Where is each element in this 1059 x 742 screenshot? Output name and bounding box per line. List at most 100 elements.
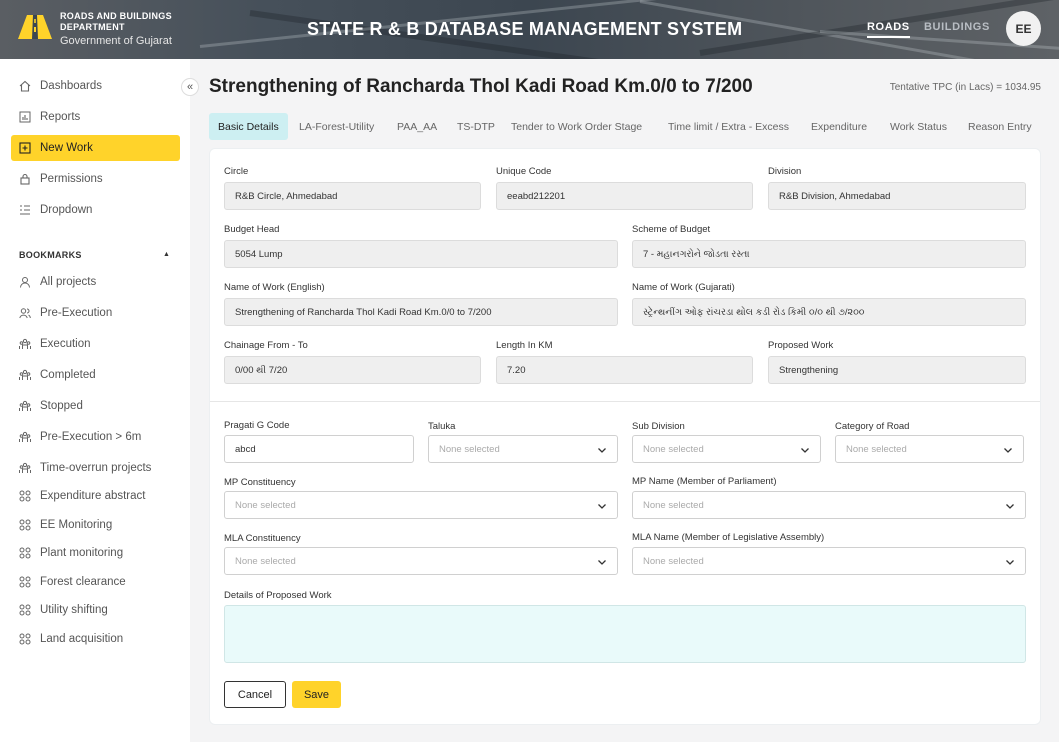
sidebar-item-completed[interactable]: Completed — [11, 362, 180, 388]
sidebar-item-permissions[interactable]: Permissions — [11, 166, 180, 192]
sidebar-item-label: Pre-Execution — [40, 307, 113, 319]
sidebar-item-label: Completed — [40, 369, 96, 381]
sidebar-item-label: Execution — [40, 338, 91, 350]
mla-constituency-select-value: None selected — [235, 555, 296, 567]
tab-la-forest-utility[interactable]: LA-Forest-Utility — [299, 113, 374, 140]
sidebar-item-dashboards[interactable]: Dashboards — [11, 73, 180, 99]
section-divider — [210, 401, 1040, 402]
sidebar-item-label: EE Monitoring — [40, 519, 113, 531]
sidebar-item-label: Land acquisition — [40, 633, 124, 645]
group-icon — [19, 400, 31, 411]
tentative-tpc: Tentative TPC (in Lacs) = 1034.95 — [889, 82, 1041, 93]
bookmarks-heading: BOOKMARKS — [19, 250, 82, 260]
sidebar: Dashboards Reports New Work Permissions … — [0, 59, 190, 742]
sidebar-item-label: Pre-Execution > 6m — [40, 431, 142, 443]
chevron-down-icon — [1004, 448, 1012, 453]
sub-division-select[interactable]: None selected — [632, 435, 821, 463]
mp-constituency-label: MP Constituency — [224, 477, 296, 488]
sidebar-item-new-work[interactable]: New Work — [11, 135, 180, 161]
sidebar-item-forest-clearance[interactable]: Forest clearance — [11, 569, 180, 595]
sidebar-item-all-projects[interactable]: All projects — [11, 269, 180, 295]
sidebar-item-expenditure-abstract[interactable]: Expenditure abstract — [11, 483, 180, 509]
category-select[interactable]: None selected — [835, 435, 1024, 463]
sidebar-item-label: Time-overrun projects — [40, 462, 152, 474]
bookmarks-collapse-icon[interactable]: ▲ — [163, 251, 170, 258]
tab-basic-details[interactable]: Basic Details — [209, 113, 288, 140]
chevron-down-icon — [1006, 560, 1014, 565]
proposed-work-label: Proposed Work — [768, 340, 834, 351]
mla-constituency-label: MLA Constituency — [224, 533, 301, 544]
circle-label: Circle — [224, 166, 249, 177]
category-label: Category of Road — [835, 421, 910, 432]
chevron-down-icon — [1006, 504, 1014, 509]
sidebar-item-reports[interactable]: Reports — [11, 104, 180, 130]
length-field: 7.20 — [496, 356, 753, 384]
scheme-label: Scheme of Budget — [632, 224, 711, 235]
dept-line-2: DEPARTMENT — [60, 22, 125, 32]
group-icon — [19, 462, 31, 473]
nav-buildings-link[interactable]: BUILDINGS — [924, 21, 990, 33]
sidebar-item-pre-execution-6m[interactable]: Pre-Execution > 6m — [11, 424, 180, 450]
tab-ts-dtp[interactable]: TS-DTP — [457, 113, 495, 140]
length-label: Length In KM — [496, 340, 553, 351]
list-icon — [20, 205, 30, 215]
sidebar-item-label: Plant monitoring — [40, 547, 124, 559]
sidebar-item-stopped[interactable]: Stopped — [11, 393, 180, 419]
grid-icon — [19, 519, 31, 531]
app-title: STATE R & B DATABASE MANAGEMENT SYSTEM — [307, 19, 743, 39]
group-icon — [19, 369, 31, 380]
tab-reason-entry[interactable]: Reason Entry — [968, 113, 1032, 140]
sidebar-item-land-acquisition[interactable]: Land acquisition — [11, 626, 180, 652]
user-avatar[interactable]: EE — [1006, 11, 1041, 46]
sidebar-item-plant-monitoring[interactable]: Plant monitoring — [11, 540, 180, 566]
sidebar-item-label: All projects — [40, 276, 97, 288]
sidebar-item-pre-execution[interactable]: Pre-Execution — [11, 300, 180, 326]
sidebar-item-label: Expenditure abstract — [40, 490, 146, 502]
name-english-label: Name of Work (English) — [224, 282, 325, 293]
taluka-select-value: None selected — [439, 443, 500, 455]
tab-time-limit[interactable]: Time limit / Extra - Excess — [668, 113, 789, 140]
sidebar-item-utility-shifting[interactable]: Utility shifting — [11, 597, 180, 623]
tab-paa-aa[interactable]: PAA_AA — [397, 113, 437, 140]
sidebar-item-time-overrun[interactable]: Time-overrun projects — [11, 455, 180, 481]
sidebar-item-label: Utility shifting — [40, 604, 108, 616]
sidebar-item-dropdown[interactable]: Dropdown — [11, 197, 180, 223]
sidebar-collapse-icon[interactable]: « — [181, 78, 199, 96]
basic-details-card: Circle R&B Circle, Ahmedabad Unique Code… — [209, 148, 1041, 725]
chevron-down-icon — [598, 504, 606, 509]
division-label: Division — [768, 166, 802, 177]
mp-name-select-value: None selected — [643, 499, 704, 511]
chevron-down-icon — [801, 448, 809, 453]
sidebar-item-label: New Work — [40, 142, 93, 154]
dept-line-1: ROADS AND BUILDINGS — [60, 11, 172, 21]
scheme-field: 7 - મહાનગરોને જોડતા રસ્તા — [632, 240, 1026, 268]
save-button[interactable]: Save — [292, 681, 341, 708]
mp-name-select[interactable]: None selected — [632, 491, 1026, 519]
sidebar-item-ee-monitoring[interactable]: EE Monitoring — [11, 512, 180, 538]
mp-constituency-select-value: None selected — [235, 499, 296, 511]
name-english-field: Strengthening of Rancharda Thol Kadi Roa… — [224, 298, 618, 326]
mla-name-select[interactable]: None selected — [632, 547, 1026, 575]
grid-icon — [19, 576, 31, 588]
taluka-select[interactable]: None selected — [428, 435, 618, 463]
mp-constituency-select[interactable]: None selected — [224, 491, 618, 519]
details-textarea[interactable] — [224, 605, 1026, 663]
user-icon — [20, 277, 30, 288]
tab-tender-to-work-order[interactable]: Tender to Work Order Stage — [511, 113, 642, 140]
pragati-code-input[interactable]: abcd — [224, 435, 414, 463]
grid-icon — [19, 604, 31, 616]
sidebar-item-label: Dropdown — [40, 204, 93, 216]
grid-icon — [19, 547, 31, 559]
tab-expenditure[interactable]: Expenditure — [811, 113, 867, 140]
department-logo-icon — [18, 15, 52, 39]
page-title: Strengthening of Rancharda Thol Kadi Roa… — [209, 76, 753, 97]
sidebar-item-execution[interactable]: Execution — [11, 331, 180, 357]
nav-roads-link[interactable]: ROADS — [867, 21, 910, 38]
chainage-label: Chainage From - To — [224, 340, 308, 351]
tab-work-status[interactable]: Work Status — [890, 113, 947, 140]
mla-constituency-select[interactable]: None selected — [224, 547, 618, 575]
users-icon — [19, 308, 31, 319]
pragati-code-label: Pragati G Code — [224, 420, 290, 431]
cancel-button[interactable]: Cancel — [224, 681, 286, 708]
circle-field: R&B Circle, Ahmedabad — [224, 182, 481, 210]
